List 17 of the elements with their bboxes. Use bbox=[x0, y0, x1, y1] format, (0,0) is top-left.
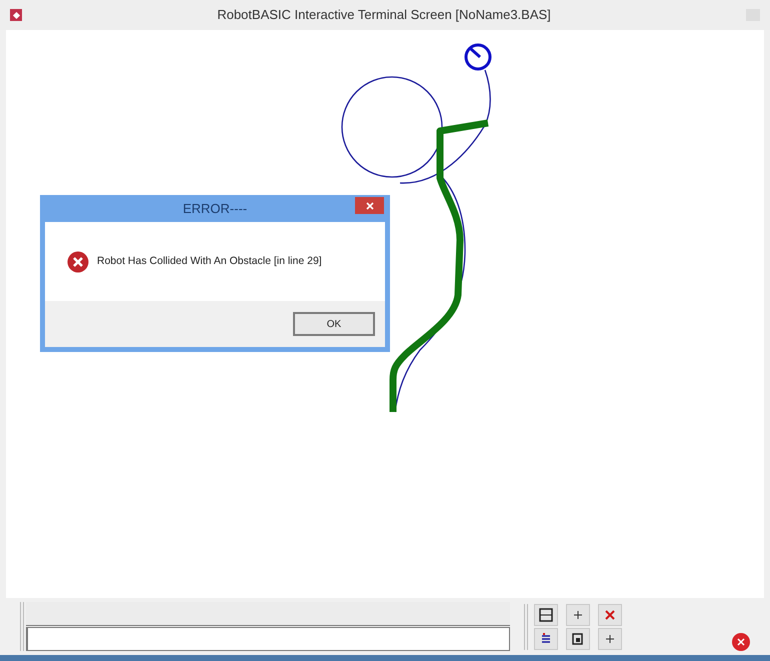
app-icon bbox=[10, 9, 22, 21]
list-icon[interactable] bbox=[534, 628, 558, 650]
square-icon[interactable] bbox=[566, 628, 590, 650]
ok-button[interactable]: OK bbox=[293, 312, 375, 336]
delete-icon[interactable] bbox=[598, 604, 622, 626]
stop-icon bbox=[737, 638, 745, 646]
robot-icon bbox=[464, 44, 492, 70]
input-field[interactable] bbox=[26, 627, 510, 651]
error-message: Robot Has Collided With An Obstacle [in line 29] bbox=[97, 254, 322, 269]
dialog-title: ERROR---- bbox=[182, 200, 248, 218]
stop-button[interactable] bbox=[732, 633, 750, 651]
window-title: RobotBASIC Interactive Terminal Screen [NoName3.BAS] bbox=[216, 6, 552, 24]
window-icon[interactable] bbox=[534, 604, 558, 626]
plus-icon[interactable] bbox=[598, 628, 622, 650]
error-icon bbox=[67, 250, 89, 272]
close-button[interactable] bbox=[355, 197, 384, 214]
plus-icon[interactable] bbox=[566, 604, 590, 626]
